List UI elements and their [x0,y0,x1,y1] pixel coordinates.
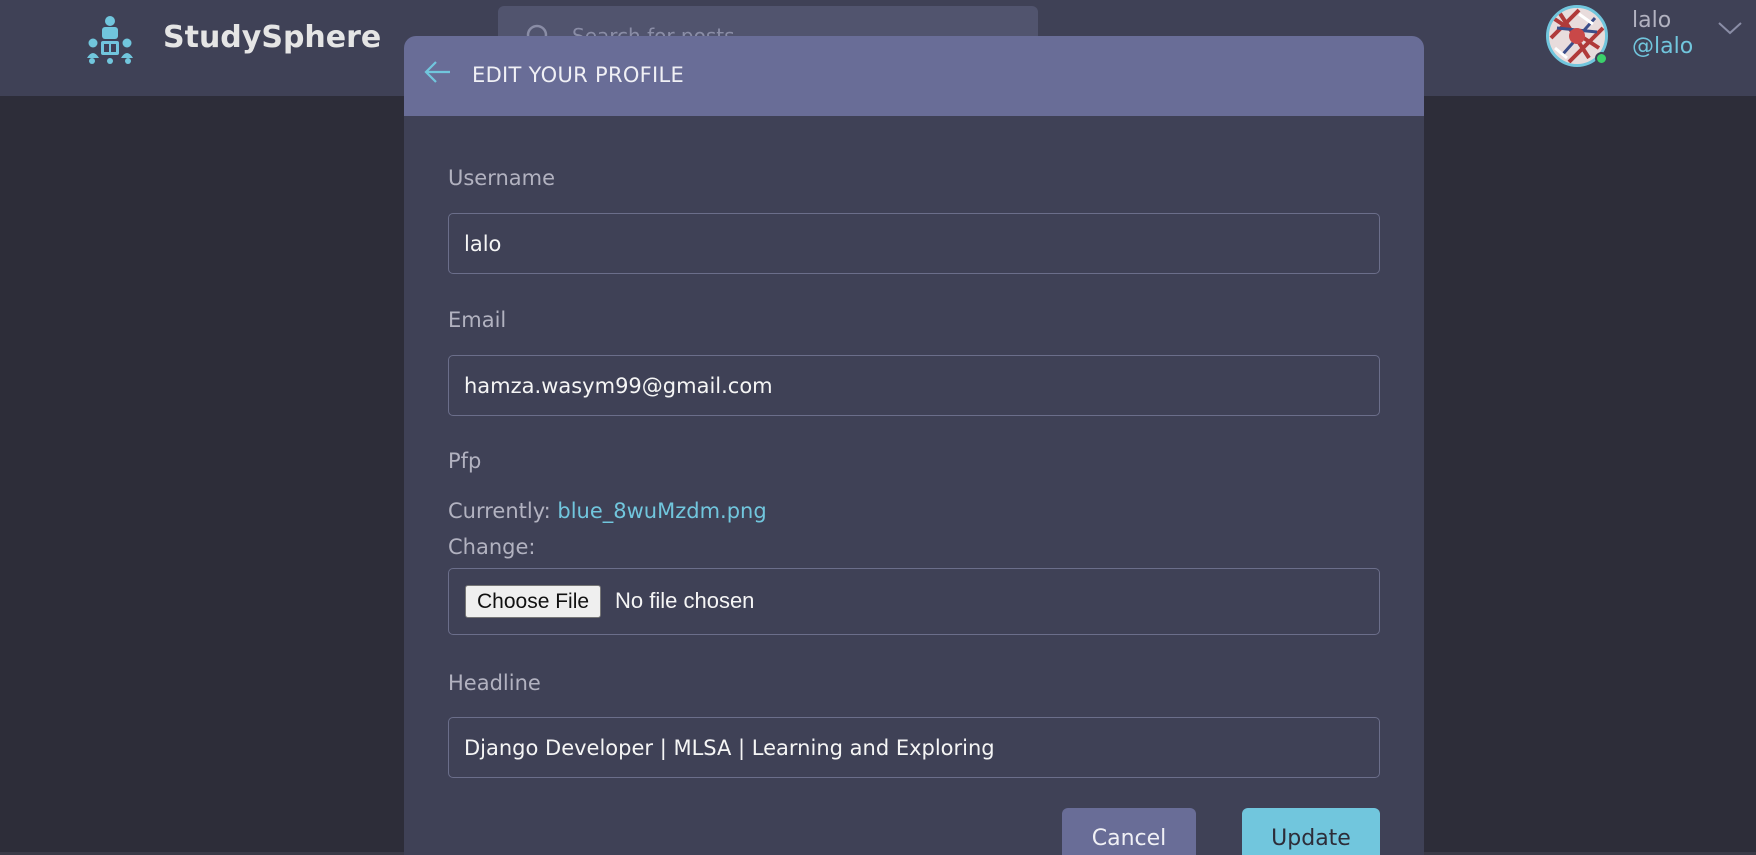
edit-profile-modal: EDIT YOUR PROFILE Username Email Pfp Cur… [404,36,1424,855]
pfp-change-label: Change: [448,535,536,559]
email-input[interactable] [449,356,1379,415]
pfp-currently-label: Currently: [448,499,551,523]
update-button[interactable]: Update [1242,808,1380,855]
modal-title: EDIT YOUR PROFILE [472,63,685,87]
username-field[interactable] [448,213,1380,274]
user-avatar[interactable] [1546,5,1610,69]
user-handle[interactable]: @lalo [1632,34,1693,59]
choose-file-button[interactable]: Choose File [465,585,602,618]
pfp-label: Pfp [448,449,482,473]
online-status-dot [1595,52,1608,65]
headline-input[interactable] [449,718,1379,777]
email-field[interactable] [448,355,1380,416]
chevron-down-icon[interactable] [1717,20,1743,38]
pfp-current-file-link[interactable]: blue_8wuMzdm.png [557,499,766,523]
pfp-current: Currently: blue_8wuMzdm.png [448,499,767,523]
username-label: Username [448,166,556,190]
username-input[interactable] [449,214,1379,273]
email-label: Email [448,308,507,332]
brand-name[interactable]: StudySphere [163,20,381,55]
user-name[interactable]: lalo [1632,8,1671,33]
headline-field[interactable] [448,717,1380,778]
back-arrow-icon[interactable] [424,60,452,84]
logo-icon[interactable] [84,14,136,66]
cancel-button[interactable]: Cancel [1062,808,1196,855]
no-file-text: No file chosen [615,588,755,613]
pfp-file-field[interactable]: Choose File No file chosen [448,568,1380,635]
headline-label: Headline [448,671,541,695]
modal-header: EDIT YOUR PROFILE [404,36,1424,116]
